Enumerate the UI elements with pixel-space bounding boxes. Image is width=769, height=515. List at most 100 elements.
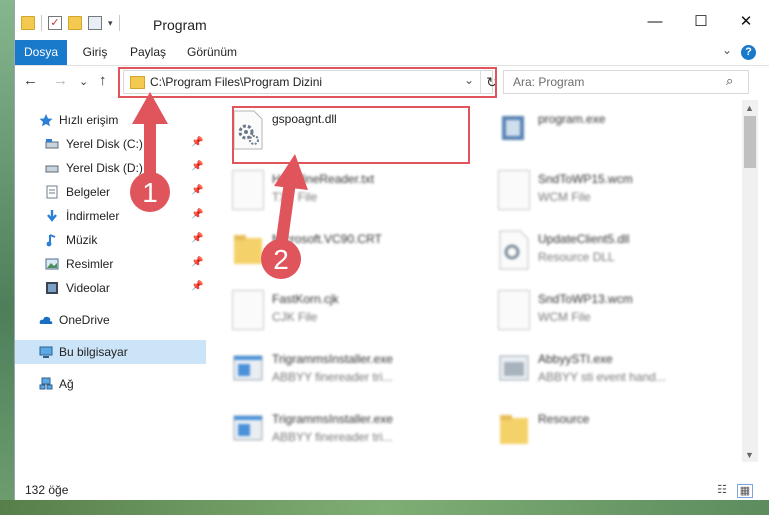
file-type: ABBYY finereader tri... bbox=[272, 370, 393, 384]
new-folder-icon[interactable] bbox=[68, 16, 82, 30]
computer-icon bbox=[39, 346, 53, 358]
sidebar-item-ag[interactable]: Ağ bbox=[15, 372, 206, 396]
file-name: Resource bbox=[538, 412, 590, 426]
sidebar-item-label: Bu bilgisayar bbox=[59, 345, 128, 359]
sidebar-item-bu-bilgisayar[interactable]: Bu bilgisayar bbox=[15, 340, 206, 364]
blank-file-icon bbox=[232, 290, 264, 330]
tab-gorunum[interactable]: Görünüm bbox=[179, 40, 245, 65]
file-name: UpdateClient5.dll bbox=[538, 232, 630, 246]
file-item-abbyysti[interactable]: AbbyySTI.exe ABBYY sti event hand... bbox=[472, 344, 702, 398]
sidebar-item-videolar[interactable]: Videolar 📌 bbox=[15, 276, 206, 300]
file-item-help-finereader[interactable]: Help.fineReader.txt TXT File bbox=[206, 164, 436, 218]
collapse-ribbon-icon[interactable]: ⌄ bbox=[722, 43, 732, 57]
search-placeholder: Ara: Program bbox=[513, 75, 585, 89]
file-type: WCM File bbox=[538, 190, 591, 204]
maximize-button[interactable]: ☐ bbox=[678, 8, 724, 36]
search-icon[interactable]: ⌕ bbox=[726, 73, 733, 89]
tab-paylas[interactable]: Paylaş bbox=[123, 40, 173, 65]
pin-icon[interactable]: 📌 bbox=[191, 161, 203, 172]
file-name: TrigrammsInstaller.exe bbox=[272, 412, 393, 426]
file-name: FastKorn.cjk bbox=[272, 292, 339, 306]
minimize-button[interactable]: — bbox=[632, 8, 678, 36]
sidebar-item-hizli-erisim[interactable]: Hızlı erişim bbox=[15, 108, 206, 132]
item-count: 132 öğe bbox=[25, 483, 69, 497]
file-item-trigramms-1[interactable]: TrigrammsInstaller.exe ABBYY finereader … bbox=[206, 344, 436, 398]
sidebar-item-resimler[interactable]: Resimler 📌 bbox=[15, 252, 206, 276]
sidebar-item-muzik[interactable]: Müzik 📌 bbox=[15, 228, 206, 252]
pin-icon[interactable]: 📌 bbox=[191, 281, 203, 292]
search-box[interactable]: Ara: Program ⌕ bbox=[503, 70, 749, 94]
tab-giris[interactable]: Giriş bbox=[71, 40, 119, 65]
file-name: TrigrammsInstaller.exe bbox=[272, 352, 393, 366]
sidebar-item-yerel-disk-c[interactable]: Yerel Disk (C:) 📌 bbox=[15, 132, 206, 156]
scroll-up-icon[interactable]: ▲ bbox=[745, 103, 754, 113]
file-name: program.exe bbox=[538, 112, 606, 126]
file-item-fastkorn[interactable]: FastKorn.cjk CJK File bbox=[206, 284, 436, 338]
video-icon bbox=[46, 282, 58, 294]
app-window-icon bbox=[233, 415, 263, 441]
file-item-microsoft-vc90[interactable]: Microsoft.VC90.CRT bbox=[206, 224, 436, 278]
pin-icon[interactable]: 📌 bbox=[191, 233, 203, 244]
file-list: gspoagnt.dll program.exe Help.fineReader… bbox=[206, 100, 742, 462]
close-button[interactable]: ✕ bbox=[723, 8, 769, 36]
details-view-icon[interactable]: ☷ bbox=[715, 484, 729, 496]
toolbar-separator bbox=[118, 15, 120, 31]
file-type: ABBYY finereader tri... bbox=[272, 430, 393, 444]
sidebar-item-label: Hızlı erişim bbox=[59, 113, 119, 127]
file-item-updateclient5[interactable]: UpdateClient5.dll Resource DLL bbox=[472, 224, 702, 278]
file-type: CJK File bbox=[272, 310, 318, 324]
file-name: Microsoft.VC90.CRT bbox=[272, 232, 382, 246]
file-item-trigramms-2[interactable]: TrigrammsInstaller.exe ABBYY finereader … bbox=[206, 404, 436, 458]
pin-icon[interactable]: 📌 bbox=[191, 185, 203, 196]
folder-icon bbox=[234, 235, 262, 264]
folder-icon bbox=[500, 415, 528, 444]
vertical-scrollbar[interactable]: ▲ ▼ bbox=[742, 100, 758, 462]
large-icons-view-icon[interactable]: ▦ bbox=[737, 484, 753, 498]
customize-toolbar-icon[interactable] bbox=[88, 16, 102, 30]
address-highlight-box bbox=[118, 67, 497, 98]
sidebar-item-label: Resimler bbox=[66, 257, 114, 271]
file-highlight-box bbox=[232, 106, 470, 164]
sidebar-item-label: Müzik bbox=[66, 233, 98, 247]
status-bar: 132 öğe ☷ ▦ bbox=[15, 480, 769, 500]
tab-dosya[interactable]: Dosya bbox=[15, 40, 67, 65]
music-icon bbox=[46, 234, 56, 247]
desktop-background bbox=[0, 0, 14, 515]
file-name: SndToWP13.wcm bbox=[538, 292, 633, 306]
scrollbar-thumb[interactable] bbox=[744, 116, 756, 168]
forward-button[interactable]: → bbox=[53, 72, 68, 89]
chevron-down-icon[interactable]: ▾ bbox=[108, 18, 113, 29]
file-name: SndToWP15.wcm bbox=[538, 172, 633, 186]
sidebar-item-onedrive[interactable]: OneDrive bbox=[15, 308, 206, 332]
pin-icon[interactable]: 📌 bbox=[191, 137, 203, 148]
sidebar-item-label: Videolar bbox=[66, 281, 110, 295]
up-button[interactable]: ↑ bbox=[99, 72, 107, 89]
ribbon-tabs: Dosya Giriş Paylaş Görünüm ⌄ ? bbox=[15, 40, 769, 66]
exe-icon bbox=[502, 116, 524, 140]
sidebar-item-label: İndirmeler bbox=[66, 209, 120, 223]
sidebar-item-belgeler[interactable]: Belgeler 📌 bbox=[15, 180, 206, 204]
blank-file-icon bbox=[498, 170, 530, 210]
dll-gear-icon bbox=[499, 230, 529, 270]
sidebar-item-label: OneDrive bbox=[59, 313, 110, 327]
sidebar-item-indirmeler[interactable]: İndirmeler 📌 bbox=[15, 204, 206, 228]
recent-locations-button[interactable]: ⌄ bbox=[79, 75, 88, 88]
star-icon bbox=[39, 114, 53, 127]
scroll-down-icon[interactable]: ▼ bbox=[745, 450, 754, 460]
file-item-sndtowp13[interactable]: SndToWP13.wcm WCM File bbox=[472, 284, 702, 338]
file-item-sndtowp15[interactable]: SndToWP15.wcm WCM File bbox=[472, 164, 702, 218]
pin-icon[interactable]: 📌 bbox=[191, 257, 203, 268]
sidebar-item-yerel-disk-d[interactable]: Yerel Disk (D:) 📌 bbox=[15, 156, 206, 180]
file-item-resource[interactable]: Resource bbox=[472, 404, 702, 458]
help-icon[interactable]: ? bbox=[741, 45, 756, 60]
app-window-icon bbox=[233, 355, 263, 381]
file-item-program-exe[interactable]: program.exe bbox=[472, 104, 702, 158]
properties-check-icon[interactable]: ✓ bbox=[48, 16, 62, 30]
pin-icon[interactable]: 📌 bbox=[191, 209, 203, 220]
navigation-pane: Hızlı erişim Yerel Disk (C:) 📌 Yerel Dis… bbox=[15, 100, 206, 462]
back-button[interactable]: ← bbox=[23, 72, 38, 89]
documents-icon bbox=[46, 185, 58, 199]
app-window-icon bbox=[499, 355, 529, 381]
text-file-icon bbox=[232, 170, 264, 210]
pictures-icon bbox=[45, 258, 59, 270]
